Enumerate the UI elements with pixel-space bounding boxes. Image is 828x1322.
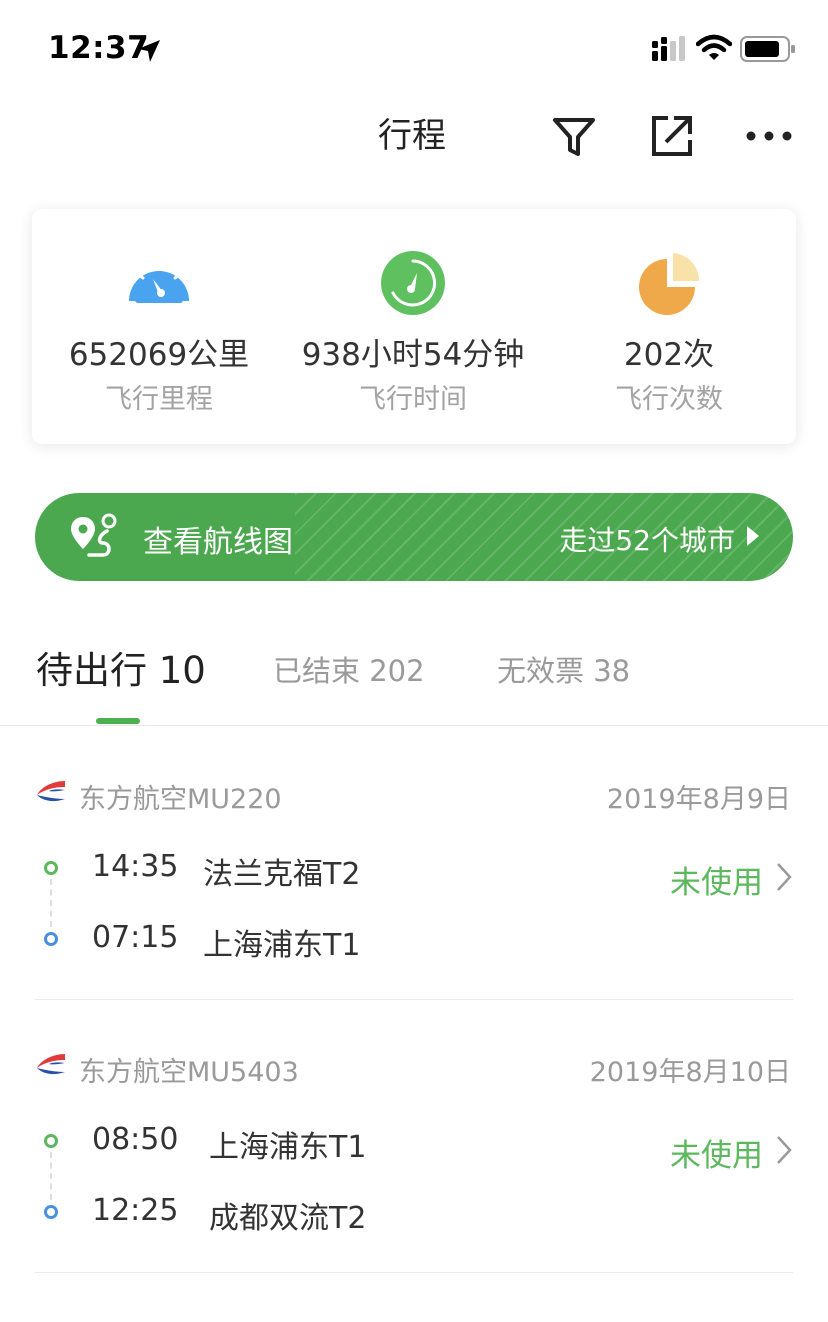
- route-map-icon: [71, 513, 117, 557]
- pie-chart-icon: [639, 253, 700, 315]
- departure-airport: 上海浦东T1: [209, 1130, 367, 1165]
- departure-dot: [44, 861, 58, 875]
- location-arrow-icon: [138, 40, 160, 62]
- stat-value: 938小时54分钟: [301, 337, 525, 373]
- stat-mileage: 652069公里 飞行里程: [32, 209, 286, 444]
- airline-flight-number: 东方航空MU5403: [79, 1057, 299, 1088]
- stat-value: 202次: [623, 337, 715, 373]
- route-line: [50, 879, 52, 927]
- china-eastern-logo-icon: [37, 1054, 65, 1075]
- caret-right-icon: [747, 526, 759, 546]
- china-eastern-logo-icon: [37, 781, 65, 802]
- stat-value: 652069公里: [68, 337, 250, 373]
- trip-tabs: 待出行 10 已结束 202 无效票 38: [0, 640, 828, 726]
- cellular-signal-icon: [652, 36, 685, 61]
- tab-upcoming[interactable]: 待出行 10: [36, 640, 206, 694]
- cities-visited-count: 走过52个城市: [559, 524, 735, 557]
- flight-card[interactable]: 东方航空MU5403 2019年8月10日 08:50 上海浦东T1 12:25…: [35, 1000, 793, 1273]
- route-map-label: 查看航线图: [143, 525, 293, 560]
- share-icon[interactable]: [648, 112, 696, 160]
- departure-time: 14:35: [92, 849, 179, 884]
- airline-flight-number: 东方航空MU220: [79, 784, 282, 815]
- arrival-airport: 上海浦东T1: [203, 928, 361, 963]
- speedometer-icon: [129, 261, 189, 303]
- stat-label: 飞行时间: [359, 384, 467, 415]
- flight-stats-card: 652069公里 飞行里程 938小时54分钟 飞行时间 202次 飞行次数: [32, 209, 796, 444]
- arrival-dot: [44, 932, 58, 946]
- status-time: 12:37: [48, 30, 150, 66]
- clock-icon: [381, 251, 445, 315]
- stat-flight-count: 202次 飞行次数: [542, 209, 796, 444]
- more-icon[interactable]: [744, 112, 796, 160]
- page-title: 行程: [378, 116, 446, 156]
- battery-icon: [740, 36, 795, 62]
- flight-date: 2019年8月10日: [589, 1057, 791, 1088]
- status-bar: 12:37: [0, 0, 828, 100]
- arrival-airport: 成都双流T2: [209, 1201, 367, 1236]
- ticket-status: 未使用: [670, 1138, 763, 1174]
- flight-card[interactable]: 东方航空MU220 2019年8月9日 14:35 法兰克福T2 07:15 上…: [35, 727, 793, 1000]
- arrival-time: 07:15: [92, 920, 179, 955]
- arrival-dot: [44, 1205, 58, 1219]
- departure-airport: 法兰克福T2: [203, 857, 361, 892]
- flight-date: 2019年8月9日: [606, 784, 791, 815]
- route-line: [50, 1152, 52, 1200]
- tab-finished[interactable]: 已结束 202: [273, 648, 425, 690]
- ticket-status: 未使用: [670, 865, 763, 901]
- chevron-right-icon: [777, 1136, 792, 1164]
- stat-flight-time: 938小时54分钟 飞行时间: [286, 209, 540, 444]
- chevron-right-icon: [777, 863, 792, 891]
- departure-dot: [44, 1134, 58, 1148]
- departure-time: 08:50: [92, 1122, 179, 1157]
- tab-active-indicator: [96, 718, 140, 724]
- wifi-icon: [696, 34, 732, 60]
- route-map-banner[interactable]: 查看航线图 走过52个城市: [35, 493, 793, 581]
- arrival-time: 12:25: [92, 1193, 179, 1228]
- stat-label: 飞行次数: [615, 384, 723, 415]
- stat-label: 飞行里程: [105, 384, 213, 415]
- tab-invalid[interactable]: 无效票 38: [497, 648, 630, 690]
- filter-icon[interactable]: [550, 112, 598, 160]
